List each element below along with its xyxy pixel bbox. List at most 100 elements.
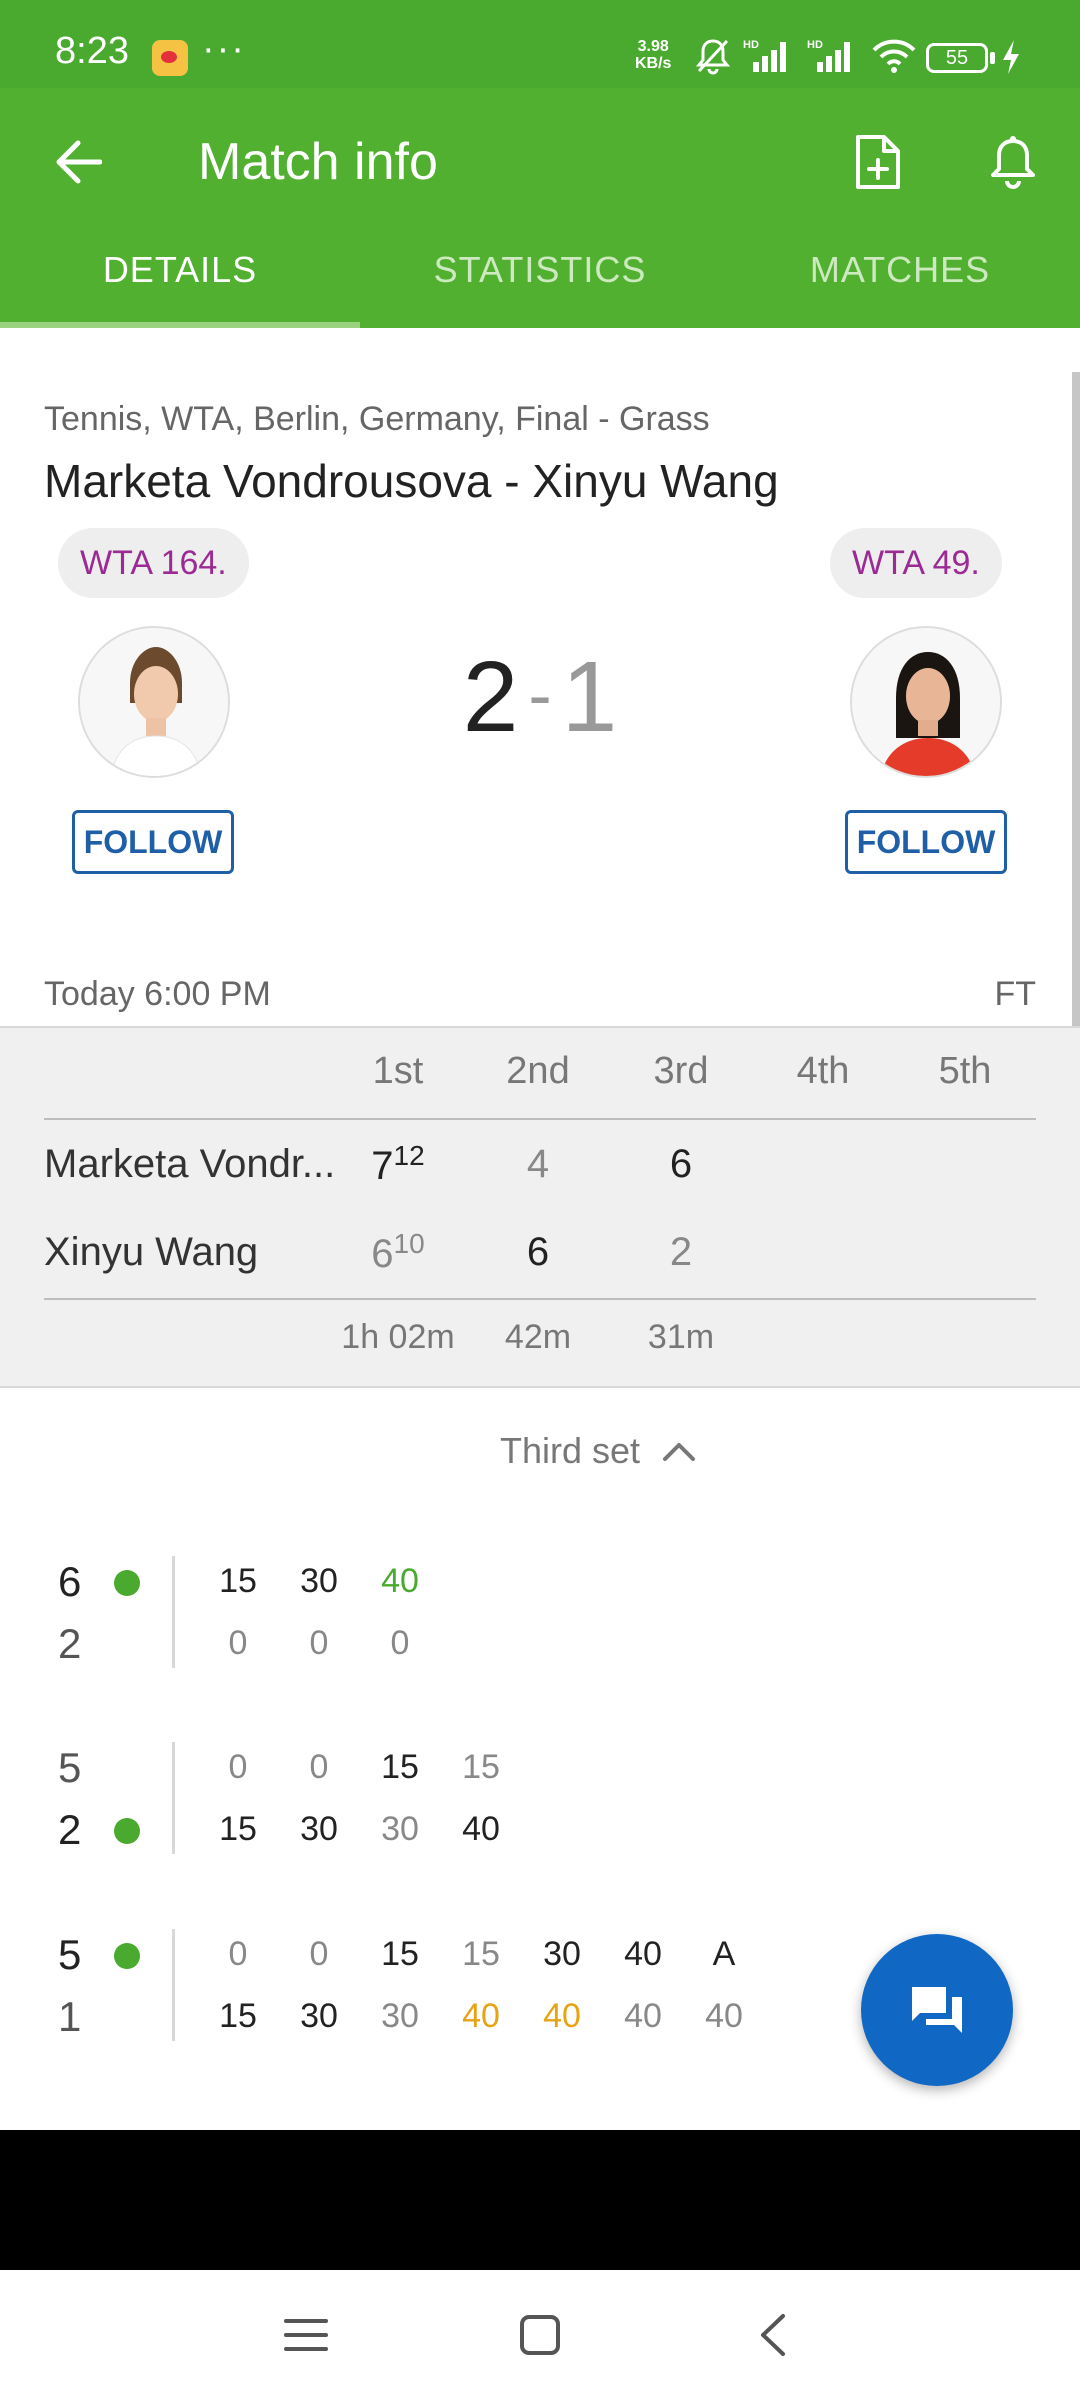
away-point: 0 xyxy=(228,1624,248,1662)
arrow-back-icon xyxy=(56,140,102,184)
home-set1-tiebreak: 12 xyxy=(393,1140,425,1171)
svg-text:HD: HD xyxy=(807,39,823,51)
home-point: 0 xyxy=(228,1935,248,1973)
game-home-score: 6 xyxy=(58,1558,82,1605)
set-toggle[interactable]: Third set xyxy=(500,1430,696,1472)
away-sets-won: 1 xyxy=(561,641,618,753)
away-point: 0 xyxy=(309,1624,329,1662)
page-title: Match info xyxy=(198,133,438,191)
status-time: 8:23 xyxy=(55,30,129,72)
game-home-score: 5 xyxy=(58,1931,82,1978)
game-row: 5 2 0 0 15 15 15 30 30 40 xyxy=(0,1742,1080,1854)
menu-nav-button[interactable] xyxy=(266,2300,346,2370)
set2-duration: 42m xyxy=(504,1318,572,1356)
status-icons: HD HD xyxy=(695,36,917,76)
back-nav-button[interactable] xyxy=(733,2300,813,2370)
home-player-name[interactable]: Marketa Vondr... xyxy=(44,1142,344,1187)
back-button[interactable] xyxy=(40,124,116,200)
follow-home-button[interactable]: FOLLOW xyxy=(72,810,234,874)
away-point: 30 xyxy=(381,1997,419,2035)
chat-button[interactable] xyxy=(861,1934,1013,2086)
home-point: 15 xyxy=(381,1935,419,1973)
net-speed-value: 3.98 xyxy=(637,38,669,55)
match-meta: Tennis, WTA, Berlin, Germany, Final - Gr… xyxy=(44,400,710,438)
home-rank-badge: WTA 164. xyxy=(58,528,249,598)
serve-indicator xyxy=(114,1818,140,1844)
match-score: 2-1 xyxy=(440,640,640,755)
status-bar: 8:23 ··· 3.98 KB/s HD HD 55 xyxy=(0,0,1080,88)
away-rank-badge: WTA 49. xyxy=(830,528,1002,598)
battery-icon: 55 xyxy=(926,43,988,73)
away-set1-tiebreak: 10 xyxy=(393,1228,425,1259)
away-point: 15 xyxy=(219,1997,257,2035)
wifi-icon xyxy=(872,39,916,73)
add-document-button[interactable] xyxy=(840,124,916,200)
game-row: 6 2 15 30 40 0 0 0 xyxy=(0,1556,1080,1668)
game-away-score: 1 xyxy=(58,1993,82,2040)
away-set1-score: 610 xyxy=(348,1228,448,1277)
serve-indicator xyxy=(114,1943,140,1969)
set-toggle-label: Third set xyxy=(500,1430,641,1471)
tab-matches[interactable]: MATCHES xyxy=(720,238,1080,328)
net-speed-unit: KB/s xyxy=(635,55,672,72)
home-set1-games: 7 xyxy=(371,1144,394,1188)
away-player-avatar[interactable] xyxy=(850,626,1002,778)
hd-signal-icon: HD xyxy=(807,39,850,72)
away-set1-games: 6 xyxy=(371,1232,394,1276)
game-away-score: 2 xyxy=(58,1620,82,1667)
score-separator: - xyxy=(528,656,552,734)
home-point: 15 xyxy=(381,1748,419,1786)
set1-duration: 1h 02m xyxy=(341,1318,455,1356)
bell-icon xyxy=(991,136,1035,189)
tab-details[interactable]: DETAILS xyxy=(0,238,360,328)
match-title: Marketa Vondrousova - Xinyu Wang xyxy=(44,455,779,507)
follow-away-button[interactable]: FOLLOW xyxy=(845,810,1007,874)
serve-indicator xyxy=(114,1570,140,1596)
set3-duration: 31m xyxy=(647,1318,715,1356)
mute-bell-icon xyxy=(695,39,731,75)
table-divider xyxy=(44,1118,1036,1120)
game-divider xyxy=(172,1929,175,2041)
col-header-4th: 4th xyxy=(796,1050,850,1092)
home-point: 0 xyxy=(309,1748,329,1786)
game-away-score: 2 xyxy=(58,1806,82,1853)
away-point: 40 xyxy=(705,1997,743,2035)
weibo-icon xyxy=(152,40,188,76)
away-point-break: 40 xyxy=(462,1997,500,2035)
col-header-3rd: 3rd xyxy=(653,1050,709,1092)
system-nav-bar xyxy=(0,2270,1080,2400)
home-point: 15 xyxy=(219,1562,257,1600)
home-point: 0 xyxy=(309,1935,329,1973)
chevron-up-icon xyxy=(663,1443,696,1461)
hd-signal-icon: HD xyxy=(743,39,786,72)
col-header-2nd: 2nd xyxy=(506,1050,570,1092)
away-point: 30 xyxy=(381,1810,419,1848)
chat-icon xyxy=(912,1987,962,2033)
away-point: 40 xyxy=(624,1997,662,2035)
tab-statistics[interactable]: STATISTICS xyxy=(360,238,720,328)
charging-icon xyxy=(1003,40,1019,74)
notifications-button[interactable] xyxy=(975,124,1051,200)
scrollbar[interactable] xyxy=(1072,372,1080,1122)
home-point: 40 xyxy=(624,1935,662,1973)
set-scores-table: 1st 2nd 3rd 4th 5th Marketa Vondr... 712… xyxy=(0,1026,1080,1388)
home-sets-won: 2 xyxy=(462,641,519,753)
menu-icon xyxy=(284,2319,328,2351)
match-date: Today 6:00 PM xyxy=(44,975,271,1013)
away-point: 40 xyxy=(462,1810,500,1848)
home-point: 0 xyxy=(228,1748,248,1786)
game-divider xyxy=(172,1742,175,1854)
game-divider xyxy=(172,1556,175,1668)
home-set2-score: 4 xyxy=(526,1142,550,1186)
home-player-avatar[interactable] xyxy=(78,626,230,778)
black-band xyxy=(0,2130,1080,2270)
away-point: 0 xyxy=(390,1624,410,1662)
player-photo xyxy=(852,628,1000,776)
player-photo xyxy=(80,628,228,776)
home-point: 30 xyxy=(300,1562,338,1600)
away-player-name[interactable]: Xinyu Wang xyxy=(44,1230,344,1275)
home-set1-score: 712 xyxy=(348,1140,448,1189)
col-header-1st: 1st xyxy=(372,1050,424,1092)
home-nav-button[interactable] xyxy=(500,2300,580,2370)
away-point-break: 40 xyxy=(543,1997,581,2035)
